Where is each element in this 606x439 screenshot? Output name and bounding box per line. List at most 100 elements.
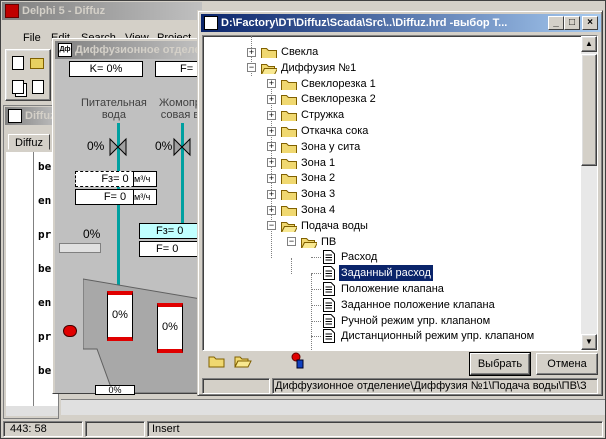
- tree-expander-minus-icon[interactable]: −: [247, 63, 256, 73]
- tree-node-label[interactable]: Свеклорезка 2: [299, 91, 378, 107]
- tree-expander-plus-icon[interactable]: +: [267, 173, 276, 183]
- close-button[interactable]: ×: [582, 16, 598, 30]
- tree-node-label[interactable]: Ручной режим упр. клапаном: [339, 313, 492, 329]
- scroll-thumb[interactable]: [581, 54, 597, 166]
- document-icon: [323, 297, 335, 312]
- open-folder-icon[interactable]: [30, 58, 44, 69]
- ide-hscroll[interactable]: [61, 399, 605, 415]
- select-button[interactable]: Выбрать: [469, 352, 531, 376]
- dialog-status-path-text: Диффузионное отделение\Диффузия №1\Подач…: [275, 380, 587, 392]
- tree-line: [311, 320, 321, 322]
- tree-node-label[interactable]: Зона 1: [299, 155, 337, 171]
- cancel-button[interactable]: Отмена: [536, 353, 598, 375]
- diffuser-body: [83, 278, 201, 393]
- dialog-titlebar[interactable]: D:\Factory\DT\Diffuz\Scada\Src\..\Diffuz…: [201, 14, 601, 32]
- tree-node-label[interactable]: Заданный расход: [338, 264, 434, 283]
- minimize-button[interactable]: _: [548, 16, 564, 30]
- tree-expander-plus-icon[interactable]: +: [267, 79, 276, 89]
- tree-expander-plus-icon[interactable]: +: [247, 47, 256, 57]
- f1-unit: м³/ч: [133, 189, 157, 205]
- fz2-field[interactable]: Fз= 0: [139, 223, 201, 239]
- tree-node-label[interactable]: Откачка сока: [299, 123, 370, 139]
- k-indicator-text: K= 0%: [89, 63, 123, 75]
- editor-hscroll[interactable]: [6, 406, 58, 416]
- tree-node-label[interactable]: Диффузия №1: [279, 60, 358, 76]
- document-icon: [323, 329, 335, 344]
- new-file-icon[interactable]: [12, 56, 24, 70]
- editor-tab-diffuz[interactable]: Diffuz: [8, 134, 50, 150]
- tree-line: [311, 336, 321, 338]
- small-percent: 0%: [83, 227, 101, 241]
- scroll-down-button[interactable]: ▼: [581, 334, 597, 350]
- code-line: en: [38, 296, 52, 309]
- menu-file[interactable]: File: [23, 32, 41, 44]
- valve2-icon[interactable]: [173, 137, 191, 157]
- tree-node-label[interactable]: Положение клапана: [339, 281, 446, 297]
- tree-expander-plus-icon[interactable]: +: [267, 110, 276, 120]
- tree-node-label[interactable]: Зона 3: [299, 186, 337, 202]
- tree-expander-plus-icon[interactable]: +: [267, 126, 276, 136]
- pump-icon[interactable]: [63, 325, 77, 337]
- tree-node-label[interactable]: Заданное положение клапана: [339, 297, 497, 313]
- open-folder-icon[interactable]: [234, 354, 252, 368]
- fz1-unit: м³/ч: [133, 171, 157, 187]
- tree-node-label[interactable]: Зона 2: [299, 170, 337, 186]
- fz2-text: Fз= 0: [156, 225, 184, 237]
- tank2[interactable]: 0%: [157, 303, 183, 353]
- tree-vscroll[interactable]: ▲ ▼: [581, 36, 597, 350]
- tree-line: [311, 304, 321, 306]
- bottom-indicator: 0%: [95, 385, 135, 395]
- label-feed-water: Питательная вода: [81, 97, 147, 121]
- tree-line: [311, 274, 312, 350]
- diagram-window-icon: Дф: [58, 43, 72, 57]
- k-indicator[interactable]: K= 0%: [69, 61, 143, 77]
- diagram-titlebar[interactable]: Дф Диффузионное отделе: [55, 41, 201, 59]
- diagram-title: Диффузионное отделе: [75, 44, 201, 56]
- valve1-icon[interactable]: [109, 137, 127, 157]
- delphi-icon: [5, 4, 19, 18]
- f2-field[interactable]: F= 0: [139, 241, 201, 257]
- level-bar: [59, 243, 101, 253]
- tree-expander-plus-icon[interactable]: +: [267, 142, 276, 152]
- status-mode: Insert: [147, 421, 603, 437]
- tree-node-label[interactable]: Дистанционный режим упр. клапаном: [339, 328, 536, 344]
- bottom-percent: 0%: [108, 385, 122, 395]
- tree-node-label[interactable]: Зона 4: [299, 202, 337, 218]
- ide-titlebar[interactable]: Delphi 5 - Diffuz: [2, 2, 202, 20]
- tree-expander-minus-icon[interactable]: −: [287, 237, 296, 247]
- status-position: 443: 58: [3, 421, 83, 437]
- tank1[interactable]: 0%: [107, 291, 133, 341]
- label-feed-line2: вода: [101, 109, 126, 121]
- valve2-percent: 0%: [155, 139, 173, 153]
- tree-expander-plus-icon[interactable]: +: [267, 205, 276, 215]
- f-indicator[interactable]: F=: [155, 61, 201, 77]
- maximize-button[interactable]: □: [564, 16, 580, 30]
- tree-expander-plus-icon[interactable]: +: [267, 158, 276, 168]
- document-icon: [323, 282, 335, 296]
- tree-node-label[interactable]: Зона у сита: [299, 139, 362, 155]
- ide-toolbar: [5, 49, 51, 101]
- dialog-title: D:\Factory\DT\Diffuz\Scada\Src\..\Diffuz…: [221, 17, 508, 29]
- open-folder-icon: [301, 237, 317, 248]
- editor-title: Diffuz: [25, 110, 56, 122]
- editor-titlebar[interactable]: Diffuz: [5, 107, 59, 125]
- tree-node-label[interactable]: Подача воды: [299, 218, 370, 234]
- tag-tool-icon[interactable]: [290, 352, 306, 370]
- tree-node-label[interactable]: Стружка: [299, 107, 346, 123]
- folder-icon: [281, 190, 297, 201]
- unit-icon: [8, 109, 22, 123]
- diagram-window: Дф Диффузионное отделе K= 0% F= Питатель…: [52, 38, 204, 395]
- tree-expander-plus-icon[interactable]: +: [267, 189, 276, 199]
- tree-node-label[interactable]: Свекла: [279, 44, 320, 60]
- tag-tree[interactable]: + Свекла − Диффузия №1 + Свеклорезка 1 + Свекло…: [202, 35, 598, 351]
- tree-expander-plus-icon[interactable]: +: [267, 94, 276, 104]
- scroll-up-button[interactable]: ▲: [581, 36, 597, 52]
- diagram-canvas: K= 0% F= Питательная вода Жомопр совая в 0…: [55, 59, 201, 395]
- tree-node-label[interactable]: Свеклорезка 1: [299, 76, 378, 92]
- tree-expander-minus-icon[interactable]: −: [267, 221, 276, 231]
- tree-node-label[interactable]: Расход: [339, 249, 379, 265]
- folder-icon[interactable]: [208, 354, 226, 368]
- form-icon[interactable]: [32, 80, 44, 94]
- tree-node-label[interactable]: ПВ: [319, 234, 338, 250]
- copy-icon[interactable]: [12, 80, 24, 94]
